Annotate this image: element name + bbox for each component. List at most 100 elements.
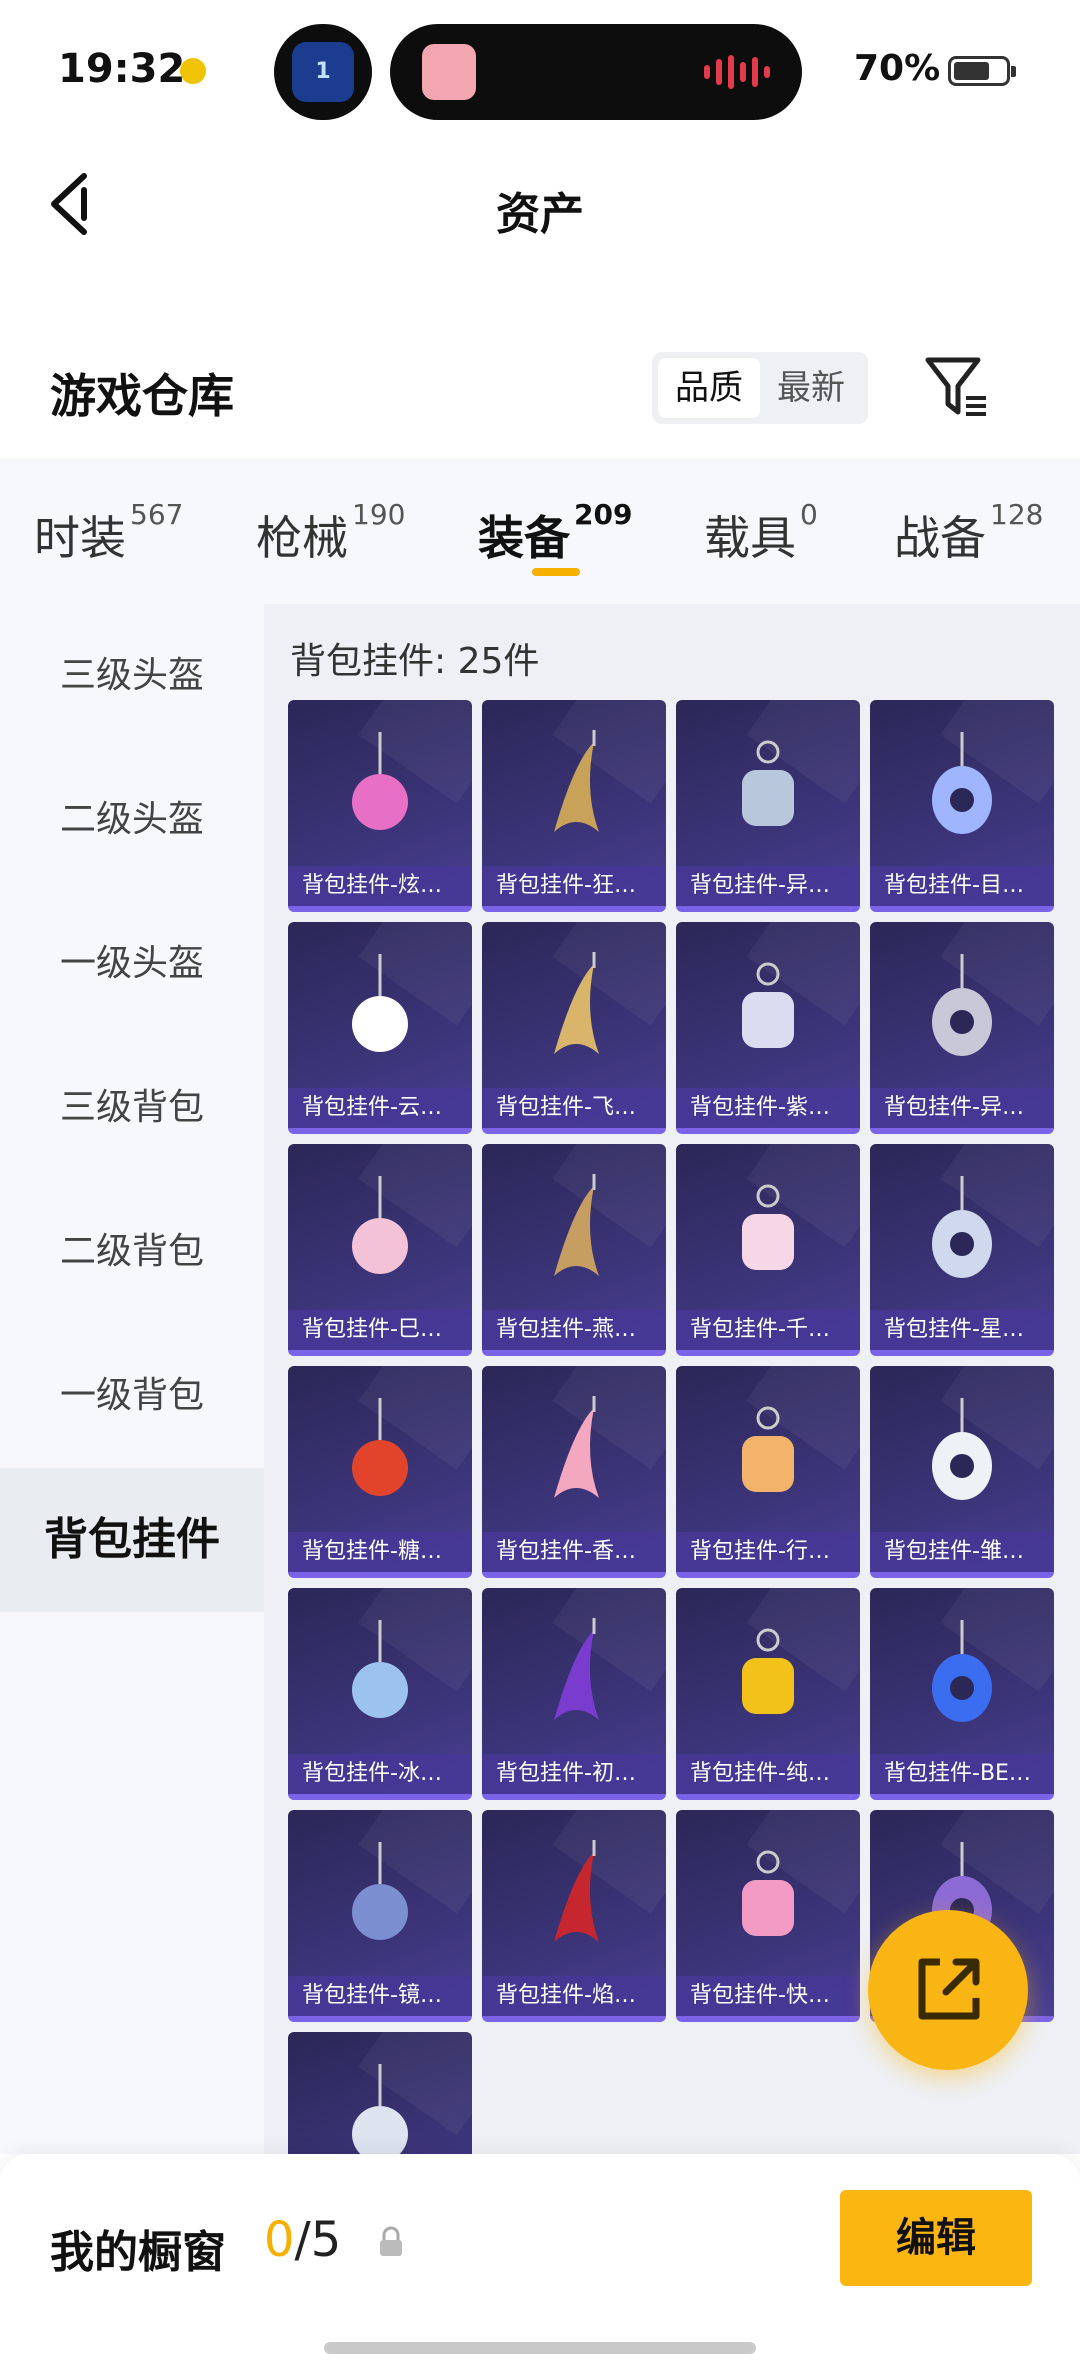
item-card[interactable]: 背包挂件-燕… <box>482 1144 666 1356</box>
sidebar: 三级头盔 二级头盔 一级头盔 三级背包 二级背包 一级背包 背包挂件 <box>0 604 264 2154</box>
item-card[interactable]: 背包挂件-焰… <box>482 1810 666 2022</box>
charm-image <box>742 962 794 1048</box>
status-bar: 19:32 1 70% <box>0 0 1080 140</box>
charm-image <box>352 954 408 1052</box>
charm-image <box>932 1176 992 1278</box>
charm-image <box>554 1618 599 1720</box>
charm-image <box>742 1850 794 1936</box>
item-name: 背包挂件-异… <box>870 1088 1054 1128</box>
tab-firearms[interactable]: 枪械 190 <box>256 498 405 568</box>
item-card[interactable]: 背包挂件-快… <box>676 1810 860 2022</box>
sort-quality-button[interactable]: 品质 <box>658 358 760 418</box>
item-name: 背包挂件-糖… <box>288 1532 472 1572</box>
item-card[interactable]: 背包挂件-糖… <box>288 1366 472 1578</box>
sort-toggle: 品质 最新 <box>652 352 868 424</box>
item-card[interactable]: 背包挂件-纯… <box>676 1588 860 1800</box>
item-card[interactable]: 背包挂件-行… <box>676 1366 860 1578</box>
item-card[interactable]: 背包挂件-初… <box>482 1588 666 1800</box>
item-name: 背包挂件-炫… <box>288 866 472 906</box>
battery-percent: 70% <box>854 48 941 89</box>
item-name: 背包挂件-BE… <box>870 1754 1054 1794</box>
item-card[interactable]: 背包挂件-千… <box>676 1144 860 1356</box>
charm-image <box>352 1398 408 1496</box>
item-name: 背包挂件-冰… <box>288 1754 472 1794</box>
sidebar-item-helmet-2[interactable]: 二级头盔 <box>0 748 264 892</box>
share-button[interactable] <box>868 1910 1028 2070</box>
item-name: 背包挂件-纯… <box>676 1754 860 1794</box>
item-card[interactable]: 背包挂件-狂… <box>482 700 666 912</box>
charm-image <box>554 952 599 1054</box>
tab-vehicles[interactable]: 载具 0 <box>704 498 818 568</box>
item-card[interactable]: 背包挂件-目… <box>870 700 1054 912</box>
charm-image <box>742 1628 794 1714</box>
item-card[interactable]: 背包挂件-紫… <box>676 922 860 1134</box>
item-card[interactable]: 背包挂件-巳… <box>288 1144 472 1356</box>
item-card[interactable]: 背包挂件-异… <box>676 700 860 912</box>
item-name: 背包挂件-行… <box>676 1532 860 1572</box>
charm-image <box>352 1176 408 1274</box>
sidebar-item-backpack-3[interactable]: 三级背包 <box>0 1036 264 1180</box>
tab-supplies[interactable]: 战备 128 <box>894 498 1043 568</box>
charm-image <box>932 1398 992 1500</box>
active-tab-indicator <box>532 568 580 576</box>
item-name: 背包挂件-紫… <box>676 1088 860 1128</box>
signal-island: 1 <box>274 24 372 120</box>
category-tabs: 时装 567 枪械 190 装备 209 载具 0 战备 128 <box>0 458 1080 604</box>
page-title: 资产 <box>496 189 584 240</box>
item-card[interactable]: 背包挂件-炫… <box>288 700 472 912</box>
charm-image <box>932 1620 992 1722</box>
status-time: 19:32 <box>58 46 186 92</box>
charm-image <box>554 1174 599 1276</box>
charm-image <box>554 1840 599 1942</box>
item-card[interactable]: 背包挂件-异… <box>870 922 1054 1134</box>
charm-image <box>352 732 408 830</box>
item-name: 背包挂件-狂… <box>482 866 666 906</box>
item-name: 背包挂件-初… <box>482 1754 666 1794</box>
share-icon <box>918 1958 980 2020</box>
item-name: 背包挂件-快… <box>676 1976 860 2016</box>
item-count: 背包挂件: 25件 <box>290 641 540 682</box>
signal-icon: 1 <box>292 42 354 102</box>
charm-image <box>554 730 599 832</box>
item-name: 背包挂件-目… <box>870 866 1054 906</box>
sort-latest-button[interactable]: 最新 <box>760 358 862 418</box>
tab-equipment[interactable]: 装备 209 <box>478 498 632 568</box>
sidebar-item-backpack-charm[interactable]: 背包挂件 <box>0 1468 264 1612</box>
item-card[interactable]: 背包挂件-香… <box>482 1366 666 1578</box>
home-indicator[interactable] <box>324 2342 756 2354</box>
charm-image <box>742 1406 794 1492</box>
item-name: 背包挂件-飞… <box>482 1088 666 1128</box>
item-name: 背包挂件-燕… <box>482 1310 666 1350</box>
charm-image <box>352 1842 408 1940</box>
sidebar-item-backpack-1[interactable]: 一级背包 <box>0 1324 264 1468</box>
sidebar-item-helmet-1[interactable]: 一级头盔 <box>0 892 264 1036</box>
filter-icon <box>925 357 986 416</box>
item-card[interactable]: 背包挂件-雏… <box>870 1366 1054 1578</box>
sidebar-item-backpack-2[interactable]: 二级背包 <box>0 1180 264 1324</box>
item-name: 背包挂件-千… <box>676 1310 860 1350</box>
tab-fashion[interactable]: 时装 567 <box>34 498 183 568</box>
item-name: 背包挂件-巳… <box>288 1310 472 1350</box>
filter-button[interactable] <box>920 350 996 426</box>
charm-image <box>932 732 992 834</box>
audio-wave-icon <box>704 54 770 90</box>
media-island <box>390 24 802 120</box>
item-card[interactable]: 背包挂件-云… <box>288 922 472 1134</box>
nav-bar: 资产 <box>0 140 1080 270</box>
item-name: 背包挂件-香… <box>482 1532 666 1572</box>
sidebar-item-helmet-3[interactable]: 三级头盔 <box>0 604 264 748</box>
item-name: 背包挂件-镜… <box>288 1976 472 2016</box>
item-card[interactable]: 背包挂件-镜… <box>288 1810 472 2022</box>
edit-button[interactable]: 编辑 <box>840 2190 1032 2286</box>
item-card[interactable]: 背包挂件-星… <box>870 1144 1054 1356</box>
charm-image <box>352 1620 408 1718</box>
battery-fill <box>954 62 989 80</box>
item-card[interactable]: 背包挂件-飞… <box>482 922 666 1134</box>
item-card[interactable]: 背包挂件-BE… <box>870 1588 1054 1800</box>
media-thumbnail <box>422 44 476 100</box>
charm-image <box>932 954 992 1056</box>
item-card[interactable]: 背包挂件-冰… <box>288 1588 472 1800</box>
item-card[interactable] <box>288 2032 472 2154</box>
item-name: 背包挂件-焰… <box>482 1976 666 2016</box>
item-name: 背包挂件-星… <box>870 1310 1054 1350</box>
